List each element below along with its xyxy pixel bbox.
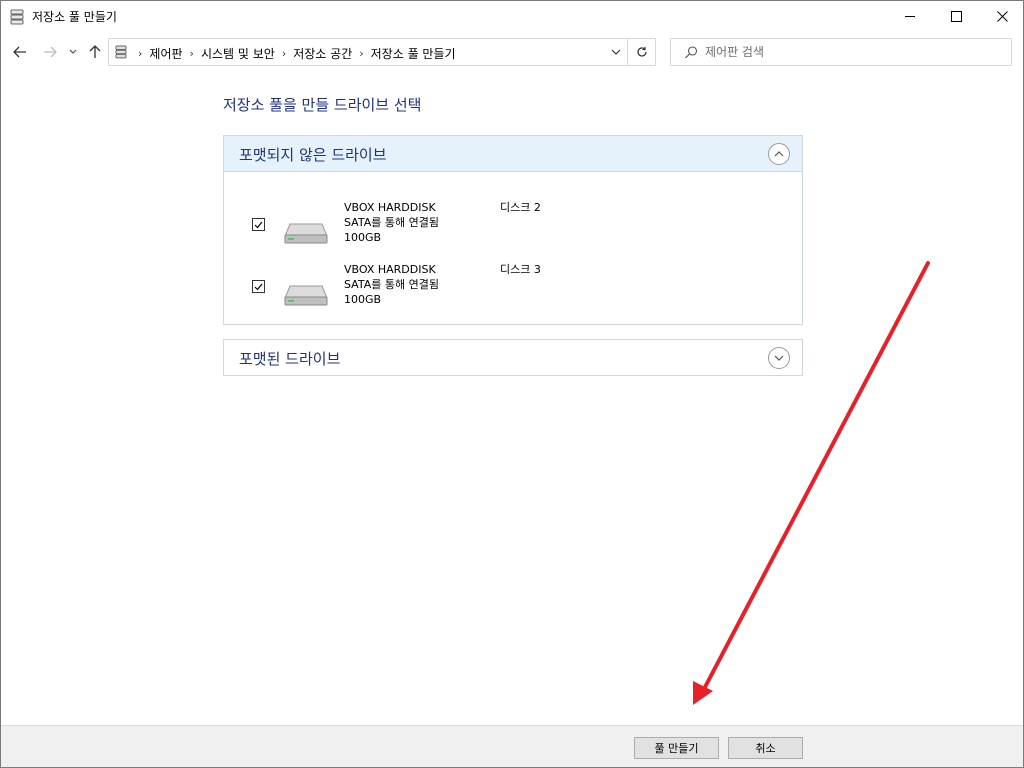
breadcrumb-separator-icon[interactable]: › — [282, 47, 286, 60]
breadcrumb-separator-icon[interactable]: › — [190, 47, 194, 60]
drive-info: VBOX HARDDISK SATA를 통해 연결됨 100GB — [344, 262, 439, 307]
checkmark-icon — [254, 221, 263, 228]
drive-checkbox[interactable] — [252, 218, 265, 231]
close-button[interactable] — [979, 1, 1023, 32]
drive-disk-number: 디스크 3 — [500, 263, 541, 276]
drive-connection: SATA를 통해 연결됨 — [344, 278, 439, 291]
annotation-arrow-icon — [693, 261, 930, 705]
recent-locations-button[interactable] — [66, 42, 80, 62]
dialog-footer: 풀 만들기 취소 — [1, 725, 1023, 767]
storage-spaces-icon — [10, 9, 24, 25]
forward-button[interactable] — [41, 42, 59, 62]
back-button[interactable] — [11, 42, 29, 62]
arrow-left-icon — [13, 46, 26, 58]
search-box[interactable] — [670, 38, 1012, 66]
navigation-bar: › 제어판 › 시스템 및 보안 › 저장소 공간 › 저장소 풀 만들기 — [1, 32, 1023, 72]
refresh-icon — [637, 47, 647, 57]
address-bar[interactable]: › 제어판 › 시스템 및 보안 › 저장소 공간 › 저장소 풀 만들기 — [108, 38, 656, 66]
arrow-up-icon — [89, 45, 101, 58]
section-title: 포맷되지 않은 드라이브 — [239, 146, 387, 164]
chevron-down-icon — [774, 355, 784, 361]
window-title: 저장소 풀 만들기 — [32, 10, 117, 24]
search-icon — [685, 46, 698, 59]
collapse-button[interactable] — [768, 143, 790, 165]
unformatted-drives-section: 포맷되지 않은 드라이브 VBOX HARDDISK SATA를 통해 연결됨 … — [223, 135, 803, 325]
cancel-button[interactable]: 취소 — [728, 737, 803, 759]
title-bar: 저장소 풀 만들기 — [1, 1, 1023, 32]
breadcrumb: › 제어판 › 시스템 및 보안 › 저장소 공간 › 저장소 풀 만들기 — [131, 45, 456, 62]
chevron-down-icon — [69, 49, 77, 54]
page-heading: 저장소 풀을 만들 드라이브 선택 — [223, 96, 422, 114]
drive-size: 100GB — [344, 231, 382, 244]
up-button[interactable] — [86, 42, 104, 62]
chevron-up-icon — [774, 151, 784, 157]
drive-info: VBOX HARDDISK SATA를 통해 연결됨 100GB — [344, 200, 439, 245]
address-history-button[interactable] — [606, 42, 626, 62]
drive-disk-number: 디스크 2 — [500, 201, 541, 214]
arrow-right-icon — [44, 46, 57, 58]
breadcrumb-separator-icon[interactable]: › — [359, 47, 363, 60]
breadcrumb-control-panel[interactable]: 제어판 — [149, 45, 182, 62]
chevron-down-icon — [611, 49, 621, 55]
unformatted-drives-header[interactable]: 포맷되지 않은 드라이브 — [224, 136, 802, 172]
drive-name: VBOX HARDDISK — [344, 263, 436, 276]
drive-size: 100GB — [344, 293, 382, 306]
drive-item: VBOX HARDDISK SATA를 통해 연결됨 100GB 디스크 2 — [224, 200, 802, 250]
formatted-drives-header[interactable]: 포맷된 드라이브 — [224, 340, 802, 376]
minimize-icon — [904, 16, 915, 17]
drive-checkbox[interactable] — [252, 280, 265, 293]
storage-spaces-icon — [115, 45, 127, 59]
breadcrumb-storage-spaces[interactable]: 저장소 공간 — [293, 45, 352, 62]
drive-connection: SATA를 통해 연결됨 — [344, 216, 439, 229]
breadcrumb-separator-icon: › — [138, 47, 143, 60]
breadcrumb-create-pool[interactable]: 저장소 풀 만들기 — [371, 45, 456, 62]
formatted-drives-section: 포맷된 드라이브 — [223, 339, 803, 376]
create-pool-button[interactable]: 풀 만들기 — [634, 737, 719, 759]
checkmark-icon — [254, 283, 263, 290]
refresh-button[interactable] — [627, 39, 656, 65]
drive-item: VBOX HARDDISK SATA를 통해 연결됨 100GB 디스크 3 — [224, 262, 802, 312]
minimize-button[interactable] — [887, 1, 933, 32]
expand-button[interactable] — [768, 347, 790, 369]
breadcrumb-system-security[interactable]: 시스템 및 보안 — [201, 45, 275, 62]
maximize-button[interactable] — [933, 1, 979, 32]
search-input[interactable] — [705, 43, 995, 61]
drive-name: VBOX HARDDISK — [344, 201, 436, 214]
close-icon — [996, 11, 1008, 22]
hard-drive-icon — [284, 285, 328, 306]
maximize-icon — [950, 11, 962, 22]
section-title: 포맷된 드라이브 — [239, 350, 341, 368]
storage-pool-window: 저장소 풀 만들기 › 제어판 › 시스템 및 보안 › 저장소 공간 › 저장… — [0, 0, 1024, 768]
hard-drive-icon — [284, 223, 328, 244]
